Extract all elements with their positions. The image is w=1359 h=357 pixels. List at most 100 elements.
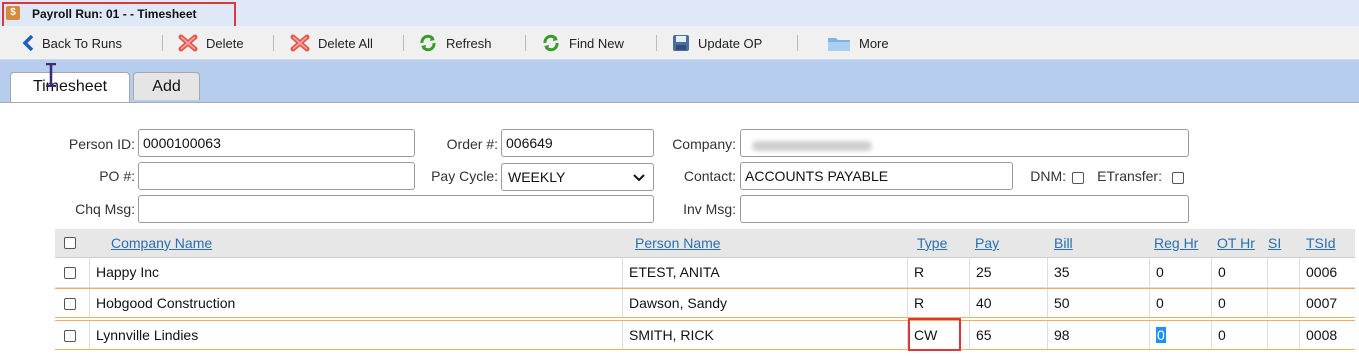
toolbar-divider	[273, 35, 274, 51]
chq-msg-label: Chq Msg:	[75, 201, 135, 217]
cell-ot-hr: 0	[1211, 321, 1267, 349]
delete-all-button[interactable]: Delete All	[290, 34, 373, 52]
cell-reg-hr[interactable]: 0	[1149, 321, 1211, 349]
cell-reg-hr: 0	[1149, 258, 1211, 287]
person-id-input[interactable]	[138, 129, 415, 157]
type-cell-highlight-box	[908, 318, 961, 351]
pay-cycle-label: Pay Cycle:	[431, 168, 498, 184]
cell-si	[1267, 321, 1299, 349]
pay-cycle-select[interactable]: WEEKLY	[501, 163, 654, 191]
delete-all-label: Delete All	[318, 35, 373, 51]
contact-label: Contact:	[683, 168, 736, 184]
toolbar-divider	[403, 35, 404, 51]
header-reg-hr[interactable]: Reg Hr	[1154, 235, 1198, 251]
cell-pay: 25	[969, 258, 1047, 287]
cell-type: R	[907, 289, 969, 317]
cell-person-name: ETEST, ANITA	[622, 258, 907, 287]
cell-bill: 35	[1047, 258, 1149, 287]
find-new-label: Find New	[569, 35, 624, 51]
find-new-button[interactable]: Find New	[541, 34, 624, 52]
cell-bill: 50	[1047, 289, 1149, 317]
cell-pay: 40	[969, 289, 1047, 317]
cell-tsid: 0006	[1299, 258, 1355, 287]
tab-timesheet[interactable]: Timesheet	[10, 72, 130, 103]
cell-pay: 65	[969, 321, 1047, 349]
row-checkbox[interactable]	[64, 330, 76, 342]
cell-person-name: SMITH, RICK	[622, 321, 907, 349]
person-id-label: Person ID:	[68, 136, 135, 152]
header-person-name[interactable]: Person Name	[635, 235, 721, 251]
toolbar-divider	[656, 35, 657, 51]
po-number-input[interactable]	[138, 162, 415, 190]
cell-reg-hr: 0	[1149, 289, 1211, 317]
cell-bill: 98	[1047, 321, 1149, 349]
more-label: More	[859, 35, 889, 51]
cell-company-name: Hobgood Construction	[89, 289, 622, 317]
cell-tsid: 0008	[1299, 321, 1355, 349]
toolbar-divider	[525, 35, 526, 51]
delete-x-icon	[178, 34, 198, 52]
toolbar-divider	[162, 35, 163, 51]
update-op-label: Update OP	[698, 35, 763, 51]
cell-type: R	[907, 258, 969, 287]
po-number-label: PO #:	[99, 168, 135, 184]
text-cursor-icon	[46, 63, 56, 87]
pay-cycle-value: WEEKLY	[508, 169, 566, 185]
dnm-label: DNM:	[1030, 168, 1066, 184]
cell-person-name: Dawson, Sandy	[622, 289, 907, 317]
table-row[interactable]: Hobgood Construction Dawson, Sandy R 40 …	[55, 288, 1355, 318]
table-row[interactable]: Happy Inc ETEST, ANITA R 25 35 0 0 0006	[55, 258, 1355, 288]
dnm-checkbox[interactable]	[1072, 172, 1084, 184]
tab-add[interactable]: Add	[133, 72, 200, 100]
toolbar-divider	[797, 35, 798, 51]
cell-ot-hr: 0	[1211, 258, 1267, 287]
back-to-runs-label: Back To Runs	[42, 35, 122, 51]
delete-button[interactable]: Delete	[178, 34, 244, 52]
cell-tsid: 0007	[1299, 289, 1355, 317]
inv-msg-label: Inv Msg:	[683, 201, 736, 217]
back-to-runs-button[interactable]: Back To Runs	[22, 34, 122, 52]
header-company-name[interactable]: Company Name	[111, 235, 212, 251]
refresh-button[interactable]: Refresh	[418, 34, 492, 52]
chevron-down-icon	[633, 174, 645, 182]
header-si[interactable]: SI	[1268, 235, 1281, 251]
header-bill[interactable]: Bill	[1054, 235, 1073, 251]
row-checkbox[interactable]	[64, 267, 76, 279]
etransfer-label: ETransfer:	[1097, 168, 1162, 184]
contact-input[interactable]	[740, 162, 1013, 190]
header-pay[interactable]: Pay	[975, 235, 999, 251]
cell-company-name: Lynnville Lindies	[89, 321, 622, 349]
cell-company-name: Happy Inc	[89, 258, 622, 287]
header-tsid[interactable]: TSId	[1306, 235, 1336, 251]
company-label: Company:	[672, 136, 736, 152]
delete-label: Delete	[206, 35, 244, 51]
company-redacted-value	[752, 141, 872, 151]
delete-all-x-icon	[290, 34, 310, 52]
header-ot-hr[interactable]: OT Hr	[1217, 235, 1255, 251]
order-number-input[interactable]	[501, 129, 654, 157]
header-type[interactable]: Type	[917, 235, 947, 251]
folder-icon	[828, 38, 850, 51]
refresh-label: Refresh	[446, 35, 492, 51]
reg-hr-selected-text: 0	[1156, 327, 1166, 343]
refresh-icon	[420, 34, 436, 52]
cell-si	[1267, 258, 1299, 287]
etransfer-checkbox[interactable]	[1172, 172, 1184, 184]
update-op-button[interactable]: Update OP	[672, 34, 762, 52]
tab-strip: Timesheet Add	[0, 60, 1359, 103]
order-number-label: Order #:	[446, 136, 498, 152]
find-new-refresh-icon	[543, 34, 559, 52]
table-row[interactable]: Lynnville Lindies SMITH, RICK CW 65 98 0…	[55, 320, 1355, 350]
more-button[interactable]: More	[827, 34, 889, 52]
back-arrow-icon	[22, 35, 34, 51]
table-header: Company Name Person Name Type Pay Bill R…	[55, 229, 1355, 258]
select-all-checkbox[interactable]	[64, 237, 76, 249]
title-highlight-box	[2, 2, 236, 29]
save-disk-icon	[673, 35, 689, 51]
row-checkbox[interactable]	[64, 298, 76, 310]
toolbar: Back To Runs Delete Delete All Refresh F…	[0, 26, 1359, 60]
chq-msg-input[interactable]	[138, 195, 654, 223]
cell-si	[1267, 289, 1299, 317]
cell-ot-hr: 0	[1211, 289, 1267, 317]
inv-msg-input[interactable]	[740, 195, 1189, 223]
